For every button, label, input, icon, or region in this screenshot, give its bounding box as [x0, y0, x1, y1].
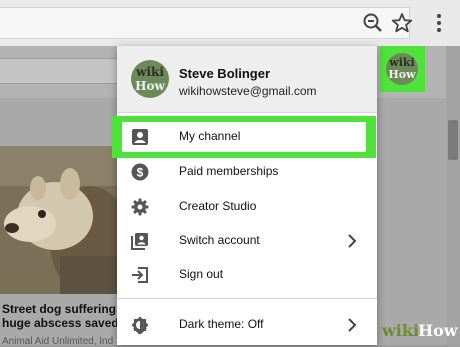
menu-divider: [117, 112, 377, 113]
avatar-text-how: How: [388, 68, 416, 81]
wikihow-watermark: wiki How: [376, 317, 460, 345]
menu-avatar-text-how: How: [135, 79, 165, 93]
menu-item-label: Creator Studio: [179, 199, 257, 213]
watermark-how: How: [418, 321, 458, 340]
person-icon: [132, 129, 148, 145]
switch-account-icon: [131, 233, 148, 250]
menu-item-label: Paid memberships: [179, 164, 279, 178]
watermark-wiki: wiki: [382, 321, 420, 340]
menu-avatar: wiki How: [131, 60, 169, 98]
video-channel[interactable]: Animal Aid Unlimited, Ind: [2, 336, 113, 347]
menu-item-my-channel[interactable]: My channel: [117, 120, 377, 154]
video-title-line1: Street dog suffering fr: [2, 302, 129, 316]
account-avatar-button[interactable]: wiki How: [386, 53, 418, 85]
menu-item-label: My channel: [179, 129, 241, 143]
dark-theme-icon: [131, 316, 149, 334]
menu-item-dark-theme[interactable]: Dark theme: Off: [117, 308, 377, 342]
menu-item-paid-memberships[interactable]: $ Paid memberships: [117, 155, 377, 189]
sign-out-icon: [132, 267, 148, 283]
menu-item-label: Sign out: [179, 267, 224, 281]
chevron-right-icon: [348, 234, 357, 248]
video-thumbnail[interactable]: [0, 146, 120, 294]
chevron-right-icon: [348, 318, 357, 332]
scrollbar-thumb[interactable]: [448, 120, 458, 160]
menu-item-sign-out-row[interactable]: Sign out: [117, 258, 377, 292]
account-header: wiki How Steve Bolinger wikihowsteve@gma…: [117, 46, 377, 112]
gear-icon: [131, 198, 149, 216]
menu-avatar-text-wiki: wiki: [136, 65, 164, 79]
menu-divider: [117, 298, 377, 299]
menu-item-label: Dark theme: Off: [179, 317, 264, 331]
account-email: wikihowsteve@gmail.com: [179, 84, 317, 98]
menu-item-label: Switch account: [179, 233, 260, 247]
video-title-line2: huge abscess saved!: [2, 316, 123, 330]
menu-item-switch-account[interactable]: Switch account: [117, 224, 377, 258]
address-bar[interactable]: [0, 7, 410, 39]
kebab-menu-icon[interactable]: [428, 12, 450, 34]
account-name: Steve Bolinger: [179, 66, 271, 81]
dog-image: [0, 146, 120, 294]
dollar-icon: $: [131, 163, 149, 181]
browser-toolbar: [0, 0, 460, 46]
menu-item-creator-studio[interactable]: Creator Studio: [117, 190, 377, 224]
zoom-out-icon[interactable]: [362, 12, 384, 34]
svg-text:$: $: [137, 166, 144, 180]
page-scrollbar[interactable]: [446, 46, 460, 345]
video-title[interactable]: Street dog suffering fr huge abscess sav…: [2, 302, 129, 330]
star-icon[interactable]: [391, 12, 413, 34]
